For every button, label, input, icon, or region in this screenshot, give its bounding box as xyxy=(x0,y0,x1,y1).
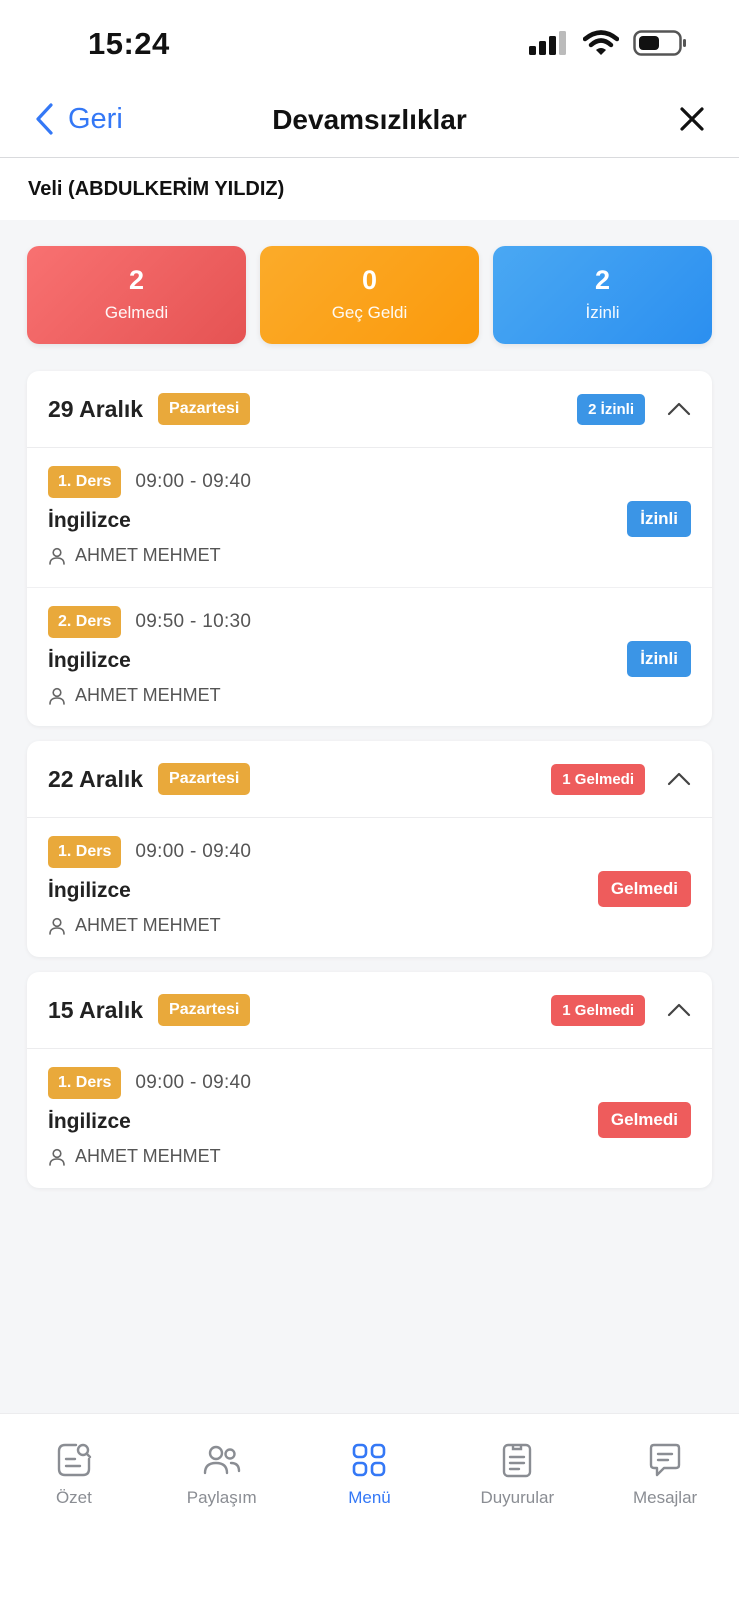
lesson-subject: İngilizce xyxy=(48,509,131,532)
summary-value: 0 xyxy=(361,265,378,295)
summary-label: İzinli xyxy=(585,303,620,322)
lesson-teacher: AHMET MEHMET xyxy=(48,915,691,936)
lesson-teacher: AHMET MEHMET xyxy=(48,545,691,566)
tab-duyurular[interactable]: Duyurular xyxy=(443,1442,591,1600)
lesson-item: 1. Ders 09:00 - 09:40 İngilizce AHMET ME… xyxy=(27,818,712,957)
summary-value: 2 xyxy=(594,265,611,295)
tab-paylasim[interactable]: Paylaşım xyxy=(148,1442,296,1600)
tab-label: Mesajlar xyxy=(632,1488,698,1507)
battery-icon xyxy=(633,30,686,56)
lesson-subject: İngilizce xyxy=(48,649,131,672)
date-group: 22 Aralık Pazartesi 1 Gelmedi 1. Ders 09… xyxy=(27,741,712,957)
tab-menu[interactable]: Menü xyxy=(296,1442,444,1600)
day-badge: Pazartesi xyxy=(158,763,251,795)
tab-mesajlar[interactable]: Mesajlar xyxy=(591,1442,739,1600)
date-group-header[interactable]: 29 Aralık Pazartesi 2 İzinli xyxy=(27,371,712,448)
close-button[interactable] xyxy=(679,106,705,137)
count-badge: 2 İzinli xyxy=(577,393,645,425)
group-date: 15 Aralık xyxy=(48,996,144,1023)
lesson-item: 1. Ders 09:00 - 09:40 İngilizce AHMET ME… xyxy=(27,1049,712,1188)
summary-card-absent: 2 Gelmedi xyxy=(27,246,246,344)
document-icon xyxy=(503,1443,532,1478)
status-time: 15:24 xyxy=(88,26,170,61)
person-icon xyxy=(49,1148,65,1166)
summary-card-late: 0 Geç Geldi xyxy=(260,246,479,344)
teacher-name: AHMET MEHMET xyxy=(75,1146,221,1166)
lesson-time: 09:00 - 09:40 xyxy=(135,841,252,862)
tab-label: Menü xyxy=(348,1488,391,1507)
lesson-number-badge: 1. Ders xyxy=(48,1067,122,1099)
user-label: Veli (ABDULKERİM YILDIZ) xyxy=(0,158,739,220)
person-icon xyxy=(49,917,65,935)
tab-label: Paylaşım xyxy=(186,1488,257,1507)
lesson-time: 09:00 - 09:40 xyxy=(135,471,252,492)
lesson-subject: İngilizce xyxy=(48,1110,131,1133)
date-group-header[interactable]: 22 Aralık Pazartesi 1 Gelmedi xyxy=(27,741,712,818)
page-title: Devamsızlıklar xyxy=(272,104,467,135)
group-date: 29 Aralık xyxy=(48,395,144,422)
people-icon xyxy=(203,1445,240,1475)
grid-icon xyxy=(353,1443,386,1477)
summary-card-excused: 2 İzinli xyxy=(493,246,712,344)
chat-icon xyxy=(649,1443,681,1477)
attendance-status-tag: Gelmedi xyxy=(597,1102,691,1138)
close-icon xyxy=(680,107,704,131)
count-badge: 1 Gelmedi xyxy=(551,994,645,1026)
date-group-header[interactable]: 15 Aralık Pazartesi 1 Gelmedi xyxy=(27,972,712,1049)
wifi-icon xyxy=(583,30,619,55)
attendance-status-tag: İzinli xyxy=(627,501,691,537)
status-icons xyxy=(529,30,687,56)
signal-icon xyxy=(529,31,566,55)
chevron-up-icon[interactable] xyxy=(667,1003,691,1017)
tab-ozet[interactable]: Özet xyxy=(0,1442,148,1600)
lesson-time: 09:00 - 09:40 xyxy=(135,1072,252,1093)
tab-label: Duyurular xyxy=(480,1488,555,1507)
day-badge: Pazartesi xyxy=(158,994,251,1026)
attendance-status-tag: Gelmedi xyxy=(597,871,691,907)
chevron-up-icon[interactable] xyxy=(667,772,691,786)
attendance-status-tag: İzinli xyxy=(627,641,691,677)
date-group: 15 Aralık Pazartesi 1 Gelmedi 1. Ders 09… xyxy=(27,972,712,1188)
nav-bar: Geri Devamsızlıklar xyxy=(0,84,739,158)
teacher-name: AHMET MEHMET xyxy=(75,685,221,705)
lesson-number-badge: 2. Ders xyxy=(48,606,122,638)
day-badge: Pazartesi xyxy=(158,393,251,425)
group-date: 22 Aralık xyxy=(48,765,144,792)
date-group: 29 Aralık Pazartesi 2 İzinli 1. Ders 09:… xyxy=(27,371,712,726)
summary-value: 2 xyxy=(128,265,145,295)
status-bar: 15:24 xyxy=(0,0,739,84)
lesson-teacher: AHMET MEHMET xyxy=(48,1146,691,1167)
lesson-number-badge: 1. Ders xyxy=(48,466,122,498)
lesson-item: 1. Ders 09:00 - 09:40 İngilizce AHMET ME… xyxy=(27,448,712,587)
tab-bar: Özet Paylaşım Menü Duyurular Mesajlar xyxy=(0,1413,739,1600)
teacher-name: AHMET MEHMET xyxy=(75,915,221,935)
person-icon xyxy=(49,547,65,565)
summary-icon xyxy=(57,1443,92,1477)
summary-cards: 2 Gelmedi 0 Geç Geldi 2 İzinli xyxy=(0,220,739,344)
count-badge: 1 Gelmedi xyxy=(551,763,645,795)
person-icon xyxy=(49,687,65,705)
lesson-subject: İngilizce xyxy=(48,879,131,902)
summary-label: Geç Geldi xyxy=(331,303,408,322)
summary-label: Gelmedi xyxy=(104,303,169,322)
group-header-right: 2 İzinli xyxy=(577,393,691,425)
lesson-number-badge: 1. Ders xyxy=(48,836,122,868)
group-header-right: 1 Gelmedi xyxy=(551,994,691,1026)
tab-label: Özet xyxy=(55,1488,92,1507)
lesson-time: 09:50 - 10:30 xyxy=(135,611,252,632)
lesson-teacher: AHMET MEHMET xyxy=(48,685,691,706)
group-header-right: 1 Gelmedi xyxy=(551,763,691,795)
chevron-up-icon[interactable] xyxy=(667,402,691,416)
attendance-groups: 29 Aralık Pazartesi 2 İzinli 1. Ders 09:… xyxy=(0,371,739,1188)
lesson-item: 2. Ders 09:50 - 10:30 İngilizce AHMET ME… xyxy=(27,587,712,726)
teacher-name: AHMET MEHMET xyxy=(75,545,221,565)
